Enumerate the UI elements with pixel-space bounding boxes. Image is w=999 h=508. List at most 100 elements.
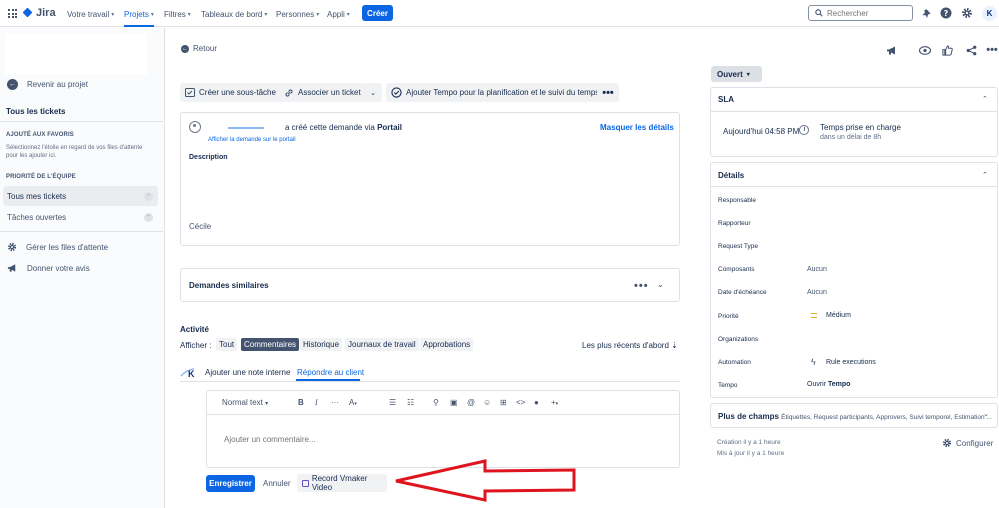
nav-apps[interactable]: Appli ▾ [327, 8, 350, 20]
hide-details-link[interactable]: Masquer les détails [600, 123, 674, 132]
nav-projects[interactable]: Projets ▾ [124, 8, 154, 27]
share-icon[interactable] [964, 43, 978, 57]
filter-comments[interactable]: Commentaires [241, 338, 300, 351]
nav-label: Tableaux de bord [201, 9, 263, 19]
feedback-megaphone-icon[interactable] [885, 43, 899, 57]
bold-icon[interactable]: B [298, 398, 304, 407]
top-navigation: Jira Votre travail ▾ Projets ▾ Filtres ▾ Ta… [0, 0, 999, 27]
more-fields-title: Plus de champs Étiquettes, Request parti… [718, 412, 992, 421]
nav-your-work[interactable]: Votre travail ▾ [67, 8, 114, 20]
filter-all[interactable]: Tout [216, 338, 238, 351]
sort-order-toggle[interactable]: Les plus récents d'abord ⇣ [582, 341, 678, 350]
sla-sub: dans un délai de 8h [820, 134, 882, 141]
field-label-request-type: Request Type [718, 243, 758, 250]
back-link[interactable]: ← Retour [181, 44, 217, 53]
details-title: Détails [718, 171, 745, 180]
all-tickets-heading[interactable]: Tous les tickets [6, 107, 65, 116]
back-label: Retour [193, 44, 218, 53]
queue-all-my-tickets[interactable]: Tous mes tickets - [3, 186, 158, 206]
comment-input[interactable] [224, 435, 664, 444]
nav-filters[interactable]: Filtres ▾ [164, 8, 191, 20]
chevron-up-icon[interactable]: ⌃ [982, 171, 988, 179]
favorites-heading: AJOUTÉ AUX FAVORIS [6, 132, 74, 138]
chevron-up-icon[interactable]: ⌃ [982, 95, 988, 103]
filter-history[interactable]: Historique [300, 338, 343, 351]
tab-internal-note[interactable]: Ajouter une note interne [205, 368, 290, 377]
italic-icon[interactable]: I [315, 398, 318, 407]
insert-plus-icon[interactable]: +▾ [551, 398, 558, 407]
jira-logo-icon [23, 8, 33, 18]
filter-work-logs[interactable]: Journaux de travail [345, 338, 419, 351]
bullet-list-icon[interactable]: ☰ [389, 398, 396, 407]
queue-open-tasks[interactable]: Tâches ouvertes - [3, 207, 158, 227]
help-icon[interactable]: ? [939, 6, 953, 20]
field-value-automation[interactable]: Rule executions [826, 359, 876, 366]
numbered-list-icon[interactable]: ☷ [407, 398, 414, 407]
search-input[interactable] [827, 8, 907, 18]
tab-divider [180, 381, 680, 382]
emoji-icon[interactable]: ☺ [483, 398, 491, 407]
priority-medium-icon [811, 313, 817, 318]
user-avatar[interactable]: K [982, 6, 997, 21]
text-style-label: Normal text [222, 398, 263, 407]
settings-gear-icon[interactable] [960, 6, 974, 20]
nav-dashboards[interactable]: Tableaux de bord ▾ [201, 8, 267, 20]
chevron-down-icon: ⌄ [370, 89, 376, 97]
text-style-dropdown[interactable]: Normal text ▾ [222, 398, 268, 407]
back-to-project-link[interactable]: ← Revenir au projet [7, 79, 88, 90]
text-color-icon[interactable]: A▾ [349, 398, 357, 407]
watch-eye-icon[interactable] [918, 43, 932, 57]
field-value-tempo[interactable]: Ouvrir Tempo [807, 381, 850, 388]
save-button[interactable]: Enregistrer [206, 475, 255, 492]
create-subtask-button[interactable]: Créer une sous-tâche [180, 83, 281, 102]
info-icon[interactable]: ● [534, 398, 539, 407]
description-label: Description [189, 154, 228, 161]
manage-queues-link[interactable]: Gérer les files d'attente [7, 242, 108, 252]
field-value-components[interactable]: Aucun [807, 266, 827, 273]
project-header [5, 33, 147, 75]
table-icon[interactable]: ⊞ [500, 398, 507, 407]
more-horizontal-icon[interactable]: ••• [985, 43, 999, 57]
nav-people[interactable]: Personnes ▾ [276, 8, 319, 20]
user-avatar-icon [189, 121, 201, 133]
link-icon [285, 88, 293, 97]
tab-reply-customer[interactable]: Répondre au client [297, 368, 364, 377]
tempo-button[interactable]: Ajouter Tempo pour la planification et l… [386, 83, 605, 102]
field-label-priority: Priorité [718, 313, 739, 320]
give-feedback-link[interactable]: Donner votre avis [7, 263, 90, 273]
project-sidebar: ← Revenir au projet Tous les tickets AJO… [0, 28, 165, 508]
link-issue-button[interactable]: Associer un ticket [279, 83, 366, 102]
more-formatting-icon[interactable]: ··· [331, 398, 339, 407]
notifications-icon[interactable] [919, 6, 933, 20]
more-horizontal-icon[interactable]: ••• [634, 281, 649, 292]
nav-label: Appli [327, 9, 345, 19]
field-label-components: Composants [718, 266, 755, 273]
more-actions-dropdown[interactable]: ⌄ [364, 83, 382, 102]
app-switcher-icon[interactable] [8, 9, 17, 18]
nav-label: Votre travail [67, 9, 110, 19]
chevron-down-icon[interactable]: ⌄ [657, 280, 664, 289]
chevron-down-icon[interactable]: ⌄ [983, 410, 989, 418]
jira-logo[interactable]: Jira [23, 7, 56, 19]
image-icon[interactable]: ▣ [450, 398, 458, 407]
tempo-bold: Tempo [828, 381, 851, 388]
filter-approvals[interactable]: Approbations [420, 338, 474, 351]
view-on-portal-link[interactable]: Afficher la demande sur le portail [208, 137, 296, 143]
more-options-button[interactable]: ••• [597, 83, 619, 102]
field-label-automation: Automation [718, 359, 751, 366]
search-box[interactable] [808, 5, 913, 21]
link-icon[interactable]: ⚲ [433, 398, 439, 407]
code-icon[interactable]: <> [516, 398, 525, 407]
status-dropdown[interactable]: Ouvert ▾ [711, 66, 762, 82]
field-label-reporter: Rapporteur [718, 220, 751, 227]
create-button[interactable]: Créer [362, 5, 393, 21]
created-channel: Portail [377, 123, 402, 132]
nav-label: Filtres [164, 9, 186, 19]
mention-icon[interactable]: @ [467, 398, 475, 407]
field-value-priority[interactable]: Médium [826, 312, 851, 319]
configure-button[interactable]: Configurer [942, 438, 993, 448]
field-value-due-date[interactable]: Aucun [807, 289, 827, 296]
record-vmaker-video-button[interactable]: Record Vmaker Video [297, 474, 387, 492]
cancel-button[interactable]: Annuler [263, 479, 291, 488]
thumbs-up-icon[interactable] [940, 43, 954, 57]
